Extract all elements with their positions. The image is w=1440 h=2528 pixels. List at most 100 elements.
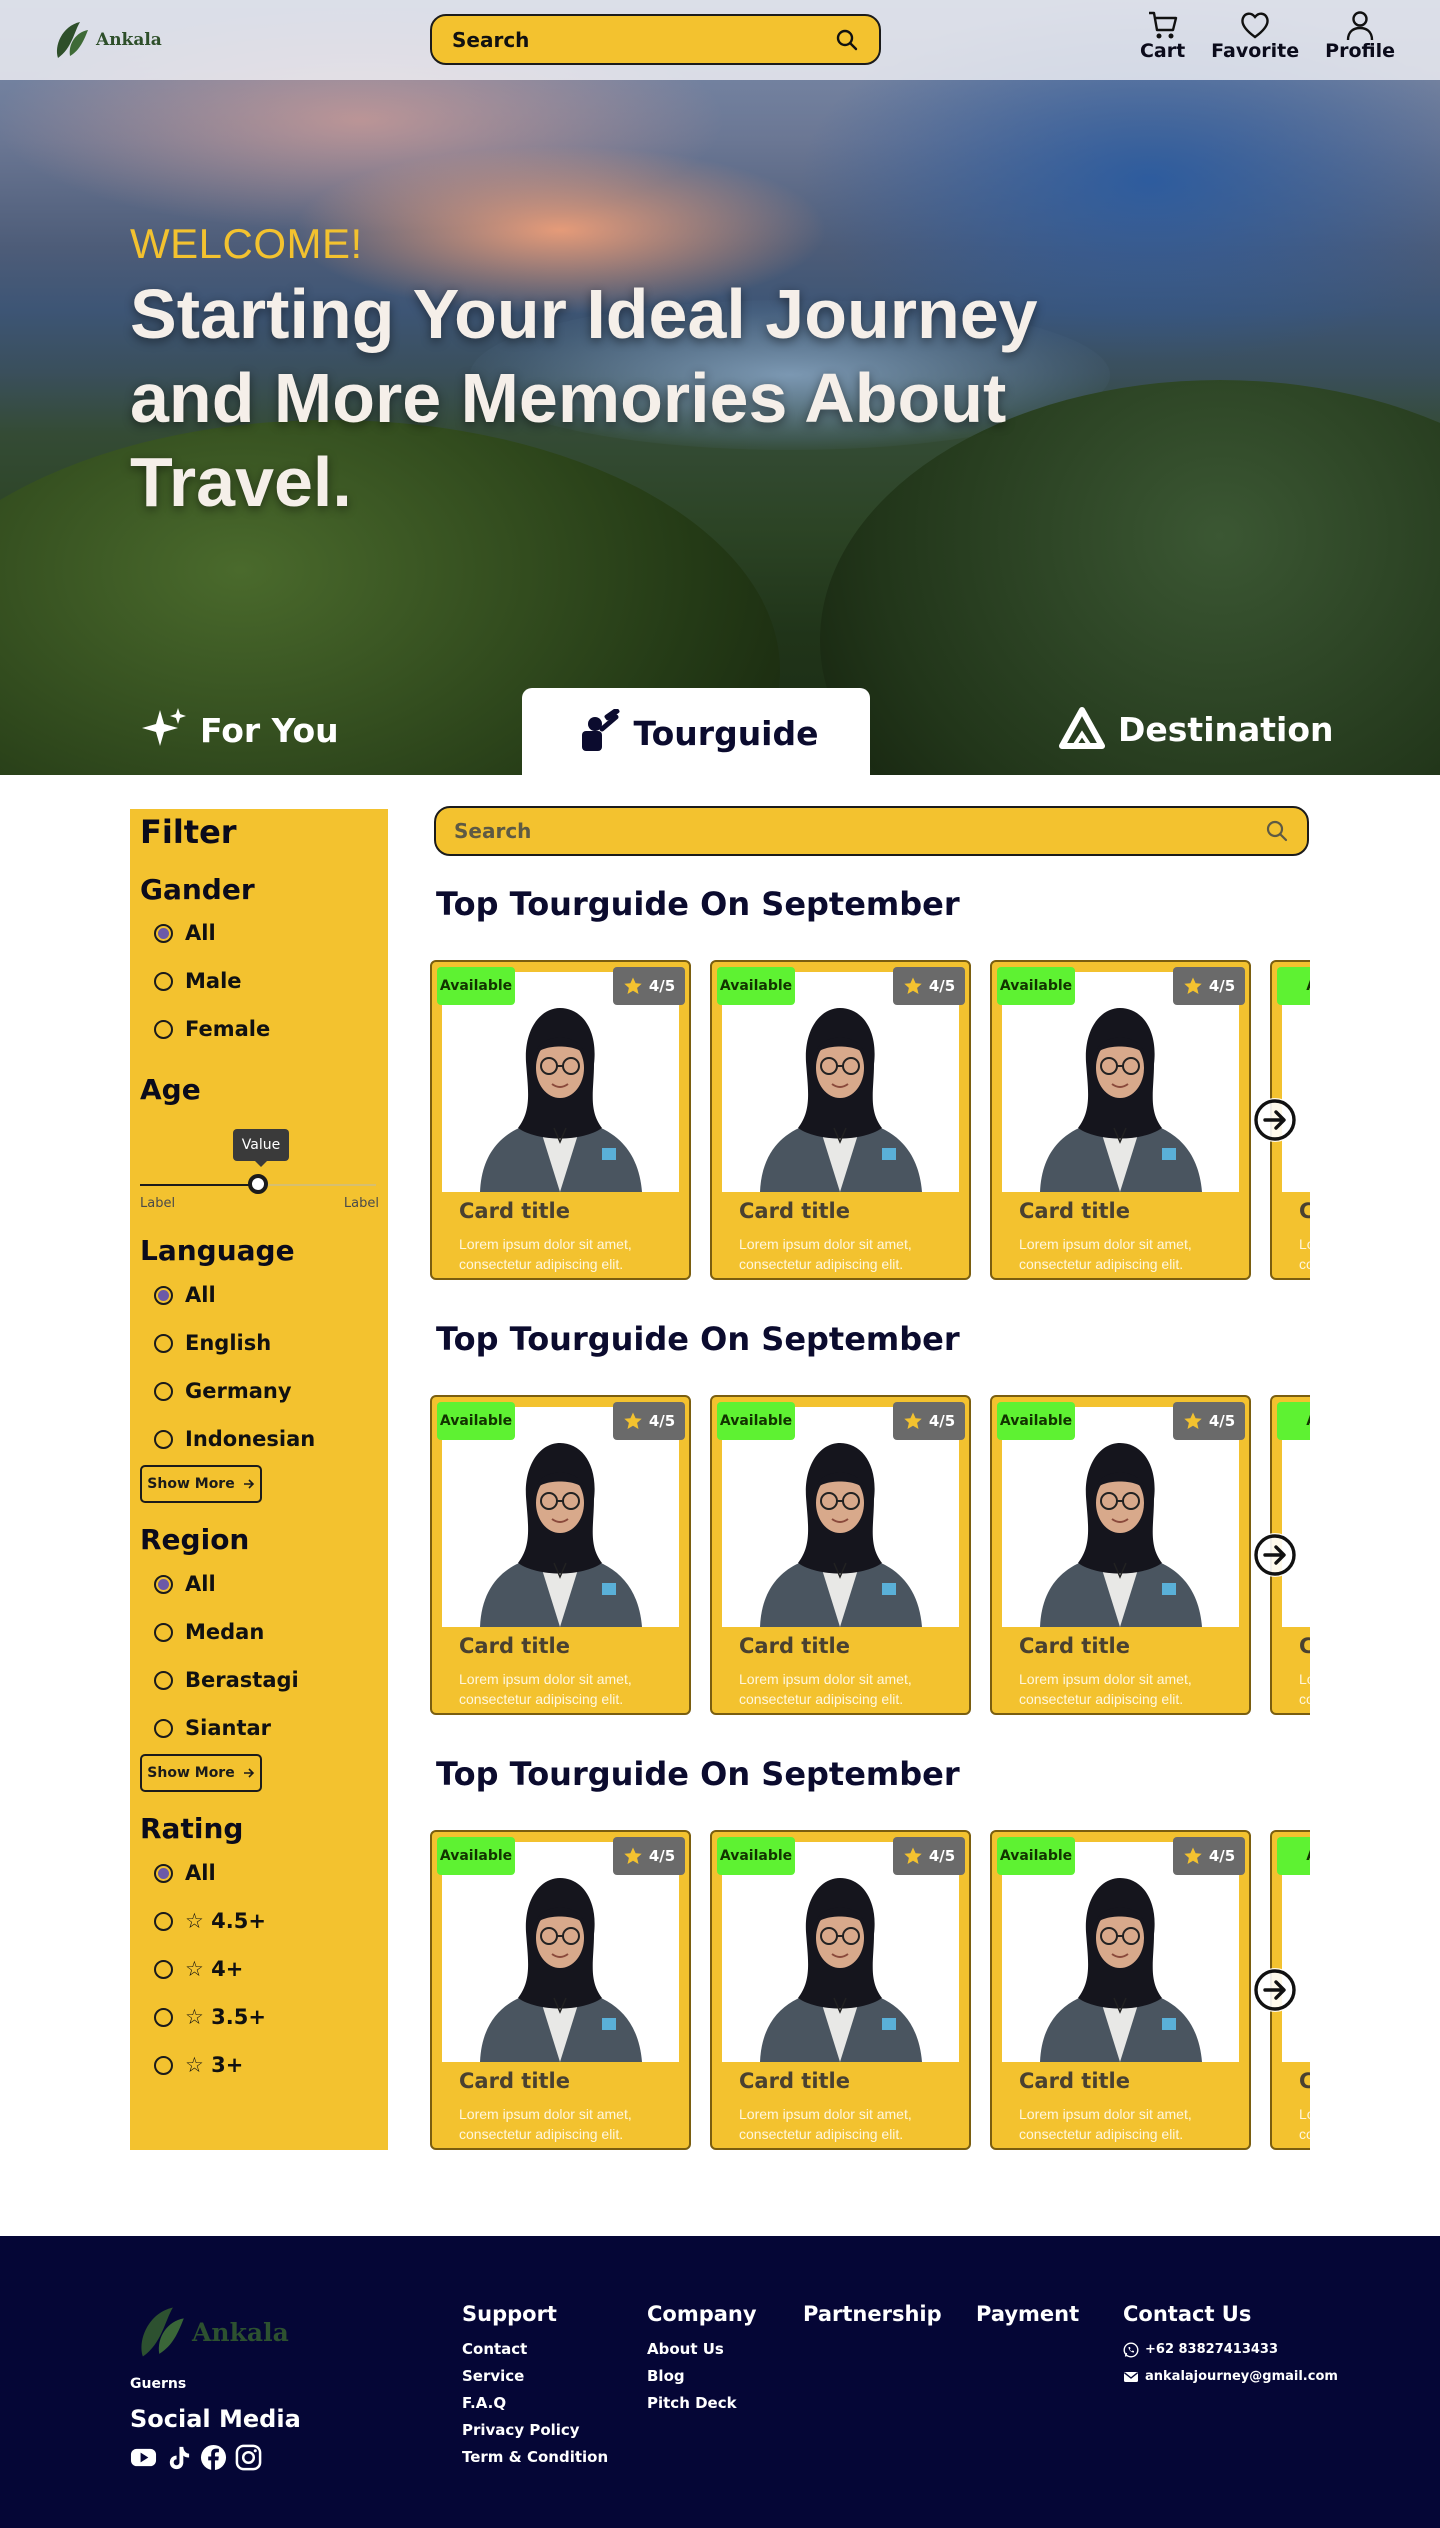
instagram-icon[interactable]	[235, 2444, 262, 2471]
radio[interactable]	[154, 1333, 173, 1353]
radio[interactable]	[154, 1381, 173, 1401]
filter-region-all[interactable]: All	[154, 1572, 216, 1596]
filter-region-siantar[interactable]: Siantar	[154, 1716, 271, 1740]
footer-link-pitch-deck[interactable]: Pitch Deck	[647, 2390, 757, 2417]
filter-gender-male[interactable]: Male	[154, 969, 242, 993]
radio[interactable]	[154, 1019, 173, 1039]
tourguide-photo	[442, 972, 679, 1192]
region-show-more-button[interactable]: Show More	[140, 1754, 262, 1792]
filter-rating-all[interactable]: All	[154, 1861, 216, 1885]
header-search-bar[interactable]: Search	[430, 14, 881, 65]
card-title: Card title	[459, 2069, 570, 2093]
carousel-next-button[interactable]	[1253, 1533, 1297, 1577]
carousel-next-button[interactable]	[1253, 1098, 1297, 1142]
footer-link-blog[interactable]: Blog	[647, 2363, 757, 2390]
tab-tourguide[interactable]: Tourguide	[522, 688, 870, 778]
tourguide-card[interactable]: Available 4/5 Card title Lorem ipsum dolor …	[990, 960, 1251, 1280]
language-show-more-button[interactable]: Show More	[140, 1465, 262, 1503]
content-search-input[interactable]	[454, 819, 1154, 843]
footer-phone[interactable]: +62 83827413433	[1123, 2336, 1338, 2363]
tourguide-card[interactable]: Available 4/5 Card title Lorem ipsum dolor …	[710, 960, 971, 1280]
footer-partnership[interactable]: Partnership	[803, 2302, 942, 2336]
age-max-label: Label	[343, 1196, 379, 1211]
card-description: Lorem ipsum dolor sit amet, consectetur …	[459, 1671, 632, 1707]
rating-badge: 4/5	[1173, 967, 1245, 1005]
radio[interactable]	[154, 1959, 173, 1979]
nav-cart[interactable]: Cart	[1140, 8, 1185, 62]
option-label: Berastagi	[185, 1668, 299, 1692]
filter-rating-4[interactable]: ☆ 4+	[154, 1957, 243, 1981]
filter-language-germany[interactable]: Germany	[154, 1379, 292, 1403]
tourguide-card[interactable]: Available 4/5 Card title Lorem ipsum dolor …	[430, 1830, 691, 2150]
footer: Ankala Guerns Social Media Support Conta…	[0, 2236, 1440, 2528]
rating-value: 4/5	[928, 977, 956, 995]
radio[interactable]	[154, 1670, 173, 1690]
footer-link-privacy[interactable]: Privacy Policy	[462, 2417, 608, 2444]
filter-language-english[interactable]: English	[154, 1331, 271, 1355]
tab-destination[interactable]: Destination	[1058, 706, 1334, 752]
available-badge: Av	[1277, 1837, 1310, 1875]
tourguide-card[interactable]: Available 4/5 Card title Lorem ipsum dolor …	[430, 1395, 691, 1715]
tourguide-card[interactable]: Available 4/5 Card title Lorem ipsum dolor …	[990, 1395, 1251, 1715]
header-search-input[interactable]: Search	[452, 28, 529, 52]
search-icon[interactable]	[835, 28, 859, 52]
radio[interactable]	[154, 1911, 173, 1931]
radio[interactable]	[154, 1718, 173, 1738]
tourguide-card[interactable]: Available 4/5 Card title Lorem ipsum dolor …	[710, 1830, 971, 2150]
radio[interactable]	[154, 1622, 173, 1642]
footer-col-title: Company	[647, 2302, 757, 2326]
filter-region-berastagi[interactable]: Berastagi	[154, 1668, 299, 1692]
rating-value: 4/5	[928, 1847, 956, 1865]
footer-link-faq[interactable]: F.A.Q	[462, 2390, 608, 2417]
tourguide-photo	[1002, 1842, 1239, 2062]
content-search-bar[interactable]	[434, 806, 1309, 856]
tab-for-you[interactable]: For You	[140, 706, 339, 754]
search-icon[interactable]	[1265, 819, 1289, 843]
footer-link-service[interactable]: Service	[462, 2363, 608, 2390]
tourguide-card[interactable]: Available 4/5 Card title Lorem ipsum dolor …	[990, 1830, 1251, 2150]
radio[interactable]	[154, 2055, 173, 2075]
filter-region-medan[interactable]: Medan	[154, 1620, 264, 1644]
tiktok-icon[interactable]	[165, 2444, 192, 2471]
radio[interactable]	[154, 971, 173, 991]
radio-checked[interactable]	[154, 1285, 173, 1305]
filter-gender-all[interactable]: All	[154, 921, 216, 945]
option-label: Female	[185, 1017, 271, 1041]
youtube-icon[interactable]	[130, 2444, 157, 2471]
leaf-logo-icon	[56, 22, 88, 58]
filter-language-indonesian[interactable]: Indonesian	[154, 1427, 315, 1451]
carousel-next-button[interactable]	[1253, 1968, 1297, 2012]
filter-rating-3-5[interactable]: ☆ 3.5+	[154, 2005, 266, 2029]
footer-payment[interactable]: Payment	[976, 2302, 1079, 2336]
rating-badge: 4/5	[893, 1402, 965, 1440]
footer-link-terms[interactable]: Term & Condition	[462, 2444, 608, 2471]
filter-language-all[interactable]: All	[154, 1283, 216, 1307]
radio[interactable]	[154, 2007, 173, 2027]
nav-favorite[interactable]: Favorite	[1211, 8, 1299, 62]
star-icon	[624, 977, 642, 994]
logo[interactable]: Ankala	[50, 18, 162, 62]
filter-gender-female[interactable]: Female	[154, 1017, 270, 1041]
radio[interactable]	[154, 1429, 173, 1449]
section-title: Top Tourguide On September	[436, 1755, 960, 1793]
filter-rating-3[interactable]: ☆ 3+	[154, 2053, 243, 2077]
footer-logo-text: Ankala	[192, 2317, 289, 2347]
arrow-right-circle-icon	[1254, 1534, 1296, 1576]
footer-logo[interactable]: Ankala	[132, 2302, 289, 2362]
tourguide-card[interactable]: Available 4/5 Card title Lorem ipsum dolor …	[430, 960, 691, 1280]
rating-value: 4/5	[1208, 977, 1236, 995]
footer-link-about[interactable]: About Us	[647, 2336, 757, 2363]
nav-profile[interactable]: Profile	[1325, 8, 1395, 62]
footer-link-contact[interactable]: Contact	[462, 2336, 608, 2363]
hero-welcome: WELCOME!	[130, 220, 363, 267]
tourguide-card[interactable]: Available 4/5 Card title Lorem ipsum dolor …	[710, 1395, 971, 1715]
age-slider-thumb[interactable]	[248, 1174, 268, 1194]
available-badge: Available	[997, 1837, 1075, 1875]
radio-checked[interactable]	[154, 1863, 173, 1883]
filter-rating-4-5[interactable]: ☆ 4.5+	[154, 1909, 266, 1933]
radio-checked[interactable]	[154, 923, 173, 943]
facebook-icon[interactable]	[200, 2444, 227, 2471]
rating-badge: 4/5	[613, 1402, 685, 1440]
radio-checked[interactable]	[154, 1574, 173, 1594]
footer-email[interactable]: ankalajourney@gmail.com	[1123, 2363, 1338, 2390]
